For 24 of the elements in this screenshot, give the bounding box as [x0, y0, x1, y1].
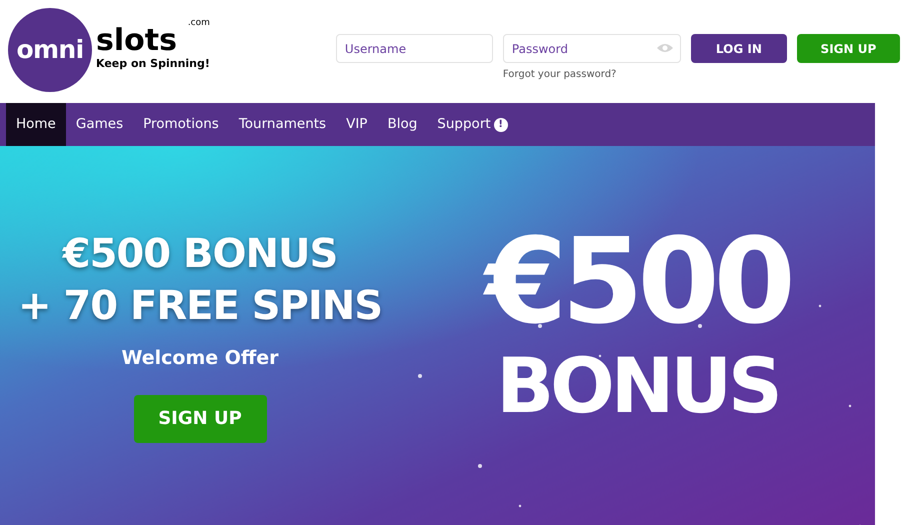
big-word: BONUS	[496, 340, 779, 430]
hero-signup-button[interactable]: SIGN UP	[134, 394, 266, 442]
nav-tab[interactable]: Games	[66, 103, 134, 146]
password-field[interactable]: Password	[502, 34, 681, 63]
nav-tab[interactable]: Promotions	[133, 103, 229, 146]
logo-wordmark: slots	[96, 26, 178, 56]
login-button[interactable]: LOG IN	[690, 34, 787, 63]
nav-tab[interactable]: Home	[6, 103, 66, 146]
hero-subtitle: Welcome Offer	[121, 346, 279, 371]
logo-text: omni	[16, 34, 84, 66]
hero-headline: + 70 FREE SPINS	[18, 282, 382, 331]
hero-headline: €500 BONUS	[62, 230, 338, 279]
alert-badge: !	[494, 118, 508, 132]
nav-tab[interactable]: VIP	[336, 103, 378, 146]
signup-button[interactable]: SIGN UP	[796, 34, 900, 63]
forgot-password-link[interactable]: Forgot your password?	[502, 67, 681, 82]
nav-tab[interactable]: Blog	[377, 103, 428, 146]
nav-tab[interactable]: Support !	[427, 103, 518, 146]
logo-domain: .com	[188, 19, 210, 28]
big-amount: €500	[485, 220, 790, 340]
eye-icon[interactable]	[656, 43, 673, 53]
nav-tab[interactable]: Tournaments	[228, 103, 336, 146]
username-field[interactable]: Username	[336, 34, 493, 63]
logo-tagline: Keep on Spinning!	[96, 56, 210, 72]
